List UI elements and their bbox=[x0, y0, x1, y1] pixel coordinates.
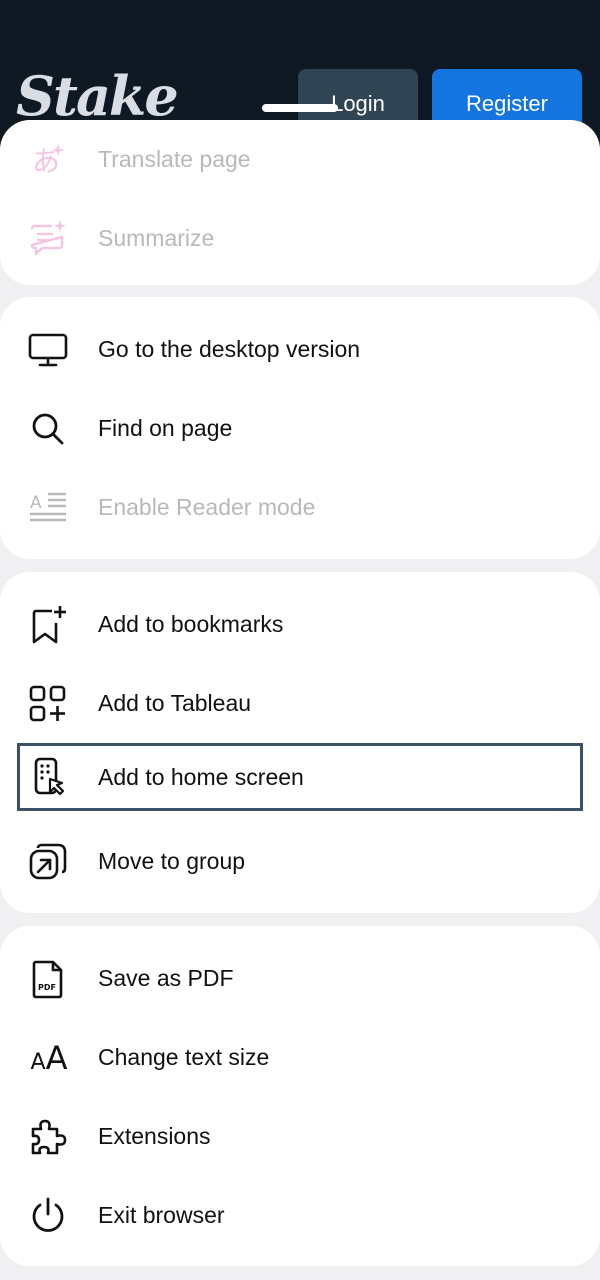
bookmark-add-icon bbox=[28, 605, 68, 645]
menu-item-change-text-size[interactable]: AA Change text size bbox=[0, 1018, 600, 1097]
menu-item-label: Enable Reader mode bbox=[98, 494, 316, 520]
desktop-icon bbox=[28, 330, 68, 370]
text-size-icon: AA bbox=[30, 1038, 68, 1077]
menu-item-label: Add to bookmarks bbox=[98, 611, 284, 637]
tableau-add-icon bbox=[28, 684, 68, 724]
menu-item-label: Go to the desktop version bbox=[98, 336, 361, 362]
svg-text:PDF: PDF bbox=[38, 983, 56, 992]
browser-menu-sheet: あ Translate page Summarize Go to the des… bbox=[0, 120, 600, 1280]
menu-item-find-on-page[interactable]: Find on page bbox=[0, 389, 600, 468]
menu-group-save: Add to bookmarks Add to Tableau Add to h… bbox=[0, 572, 600, 913]
pdf-icon: PDF bbox=[28, 959, 68, 999]
menu-item-move-to-group[interactable]: Move to group bbox=[0, 822, 600, 901]
menu-item-label: Move to group bbox=[98, 848, 246, 874]
menu-item-label: Summarize bbox=[98, 225, 215, 251]
menu-item-label: Find on page bbox=[98, 415, 233, 441]
menu-item-label: Exit browser bbox=[98, 1202, 225, 1228]
home-screen-add-icon bbox=[28, 757, 68, 797]
menu-group-ai: あ Translate page Summarize bbox=[0, 120, 600, 285]
menu-item-add-to-bookmarks[interactable]: Add to bookmarks bbox=[0, 585, 600, 664]
site-header: Stake Login Register bbox=[0, 0, 600, 140]
translate-icon: あ bbox=[28, 140, 68, 180]
menu-item-add-to-tableau[interactable]: Add to Tableau bbox=[0, 664, 600, 743]
move-to-group-icon bbox=[28, 842, 68, 882]
summarize-icon bbox=[28, 219, 68, 259]
menu-item-reader-mode[interactable]: A Enable Reader mode bbox=[0, 468, 600, 547]
menu-item-add-to-home-screen[interactable]: Add to home screen bbox=[17, 743, 583, 811]
svg-text:A: A bbox=[30, 493, 42, 513]
menu-group-tools: PDF Save as PDF AA Change text size Exte… bbox=[0, 926, 600, 1266]
stake-logo[interactable]: Stake bbox=[16, 64, 179, 128]
menu-item-label: Add to Tableau bbox=[98, 690, 252, 716]
menu-item-extensions[interactable]: Extensions bbox=[0, 1097, 600, 1176]
menu-item-label: Save as PDF bbox=[98, 965, 234, 991]
menu-item-save-as-pdf[interactable]: PDF Save as PDF bbox=[0, 939, 600, 1018]
reader-mode-icon: A bbox=[28, 488, 68, 528]
sheet-drag-handle[interactable] bbox=[262, 104, 338, 112]
menu-item-label: Change text size bbox=[98, 1044, 270, 1070]
menu-item-summarize[interactable]: Summarize bbox=[0, 199, 600, 278]
menu-item-label: Translate page bbox=[98, 146, 251, 172]
menu-item-label: Extensions bbox=[98, 1123, 211, 1149]
puzzle-icon bbox=[28, 1117, 68, 1157]
search-icon bbox=[28, 409, 68, 449]
menu-item-desktop-version[interactable]: Go to the desktop version bbox=[0, 310, 600, 389]
menu-item-translate-page[interactable]: あ Translate page bbox=[0, 120, 600, 199]
menu-item-label: Add to home screen bbox=[98, 763, 304, 790]
menu-group-page: Go to the desktop version Find on page A bbox=[0, 297, 600, 559]
menu-item-exit-browser[interactable]: Exit browser bbox=[0, 1176, 600, 1255]
power-icon bbox=[28, 1196, 68, 1236]
